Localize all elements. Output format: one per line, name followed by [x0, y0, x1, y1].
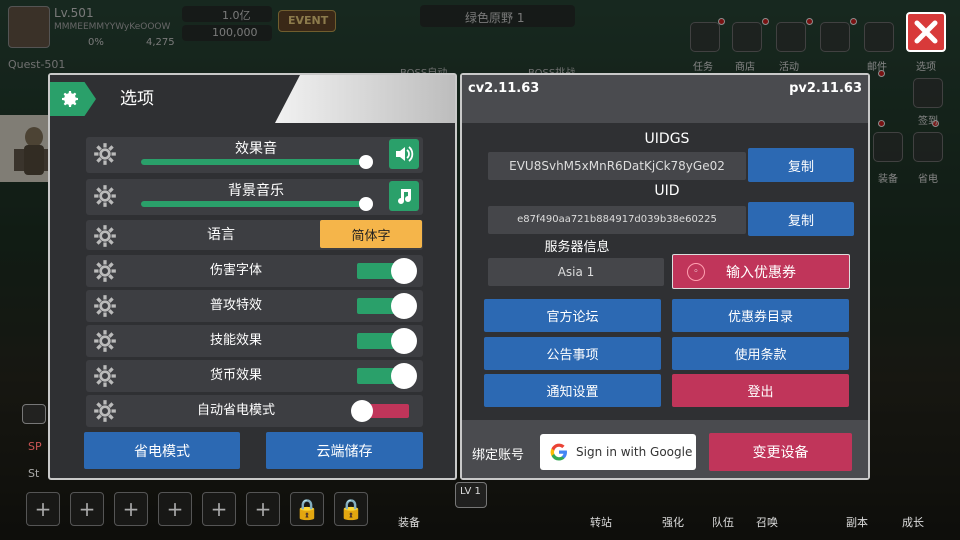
damage-font-toggle[interactable]: [357, 258, 417, 284]
skill-slot[interactable]: +: [26, 492, 60, 526]
notification-settings-button[interactable]: 通知设置: [484, 374, 661, 407]
toggle-row-auto-power-save: 自动省电模式: [86, 395, 423, 427]
gear-icon: [94, 365, 116, 387]
toggle-row-skill-effect: 技能效果: [86, 325, 423, 357]
patch-version: pv2.11.63: [789, 81, 862, 96]
skill-slot[interactable]: +: [158, 492, 192, 526]
bgm-slider[interactable]: [141, 197, 373, 211]
level-badge-text: LV 1: [460, 486, 481, 497]
client-version: cv2.11.63: [468, 81, 540, 96]
settings-header: 选项: [50, 75, 455, 123]
normal-attack-effect-toggle[interactable]: [357, 293, 417, 319]
gear-icon: [94, 143, 116, 165]
currency-effect-label: 货币效果: [209, 368, 262, 383]
chat-icon[interactable]: [22, 404, 46, 424]
account-panel: cv2.11.63 pv2.11.63 UIDGS EVU8SvhM5xMnR6…: [460, 73, 870, 480]
toggle-row-normal-attack: 普攻特效: [86, 290, 423, 322]
server-info-label: 服务器信息: [544, 240, 610, 255]
slider-knob[interactable]: [359, 155, 373, 169]
settings-panel: 选项 效果音 背景音乐 语言 简体字 伤害字体 普攻特效 技能效果 货币效果 自…: [48, 73, 457, 480]
sp-label: SP: [28, 440, 42, 453]
google-sign-in-label: Sign in with Google: [576, 445, 693, 459]
currency-effect-toggle[interactable]: [357, 363, 417, 389]
normal-attack-effect-label: 普攻特效: [209, 298, 262, 313]
skill-effect-label: 技能效果: [209, 333, 262, 348]
auto-power-save-label: 自动省电模式: [196, 403, 275, 418]
skill-slot[interactable]: +: [246, 492, 280, 526]
language-select[interactable]: 简体字: [320, 220, 422, 248]
sound-effects-slider[interactable]: [141, 155, 373, 169]
enter-coupon-button[interactable]: ◦ 输入优惠券: [672, 254, 850, 289]
uidgs-value: EVU8SvhM5xMnR6DatKjCk78yGe02: [488, 152, 746, 180]
bottom-summon-label: 召唤: [756, 516, 778, 529]
terms-button[interactable]: 使用条款: [672, 337, 849, 370]
power-save-button[interactable]: 省电模式: [84, 432, 240, 469]
language-label: 语言: [207, 227, 235, 243]
official-forum-button[interactable]: 官方论坛: [484, 299, 661, 332]
toggle-row-damage-font: 伤害字体: [86, 255, 423, 287]
st-label: St: [28, 467, 40, 480]
bottom-growth-label: 成长: [902, 516, 924, 529]
gear-icon: [94, 295, 116, 317]
locked-slot[interactable]: 🔒: [290, 492, 324, 526]
locked-slot[interactable]: 🔒: [334, 492, 368, 526]
music-note-icon[interactable]: [389, 181, 419, 211]
coupon-icon: ◦: [687, 263, 705, 281]
google-g-icon: [550, 443, 567, 461]
auto-power-save-toggle[interactable]: [351, 400, 409, 422]
toggle-row-currency-effect: 货币效果: [86, 360, 423, 392]
bind-account-label: 绑定账号: [472, 448, 525, 463]
skill-effect-toggle[interactable]: [357, 328, 417, 354]
notice-button[interactable]: 公告事项: [484, 337, 661, 370]
uid-value: e87f490aa721b884917d039b38e60225: [488, 206, 746, 234]
skill-slot[interactable]: +: [114, 492, 148, 526]
gear-icon: [94, 185, 116, 207]
settings-title: 选项: [120, 89, 154, 109]
logout-button[interactable]: 登出: [672, 374, 849, 407]
change-device-button[interactable]: 变更设备: [709, 433, 852, 471]
google-sign-in-button[interactable]: Sign in with Google: [540, 434, 696, 470]
speaker-icon[interactable]: [389, 139, 419, 169]
language-row: 语言 简体字: [86, 220, 423, 250]
server-value: Asia 1: [488, 258, 664, 286]
bottom-team-label: 队伍: [712, 516, 734, 529]
uid-label: UID: [654, 183, 680, 199]
copy-uidgs-button[interactable]: 复制: [748, 148, 854, 182]
gear-icon: [94, 260, 116, 282]
copy-uid-button[interactable]: 复制: [748, 202, 854, 236]
bottom-enhance-label: 强化: [662, 516, 684, 529]
slider-knob[interactable]: [359, 197, 373, 211]
sound-effects-row: 效果音: [86, 137, 423, 173]
bgm-row: 背景音乐: [86, 179, 423, 215]
uidgs-label: UIDGS: [644, 131, 690, 147]
close-button[interactable]: [906, 12, 946, 52]
close-icon: [914, 20, 938, 44]
gear-icon: [94, 225, 116, 247]
bottom-transfer-label: 转站: [590, 516, 612, 529]
skill-slot[interactable]: +: [202, 492, 236, 526]
damage-font-label: 伤害字体: [209, 263, 262, 278]
bottom-equip-label: 装备: [398, 516, 420, 529]
coupon-list-button[interactable]: 优惠券目录: [672, 299, 849, 332]
bottom-dungeon-label: 副本: [846, 516, 868, 529]
enter-coupon-label: 输入优惠券: [726, 264, 796, 281]
cloud-save-button[interactable]: 云端储存: [266, 432, 423, 469]
gear-icon: [94, 400, 116, 422]
skill-slot[interactable]: +: [70, 492, 104, 526]
gear-icon: [94, 330, 116, 352]
